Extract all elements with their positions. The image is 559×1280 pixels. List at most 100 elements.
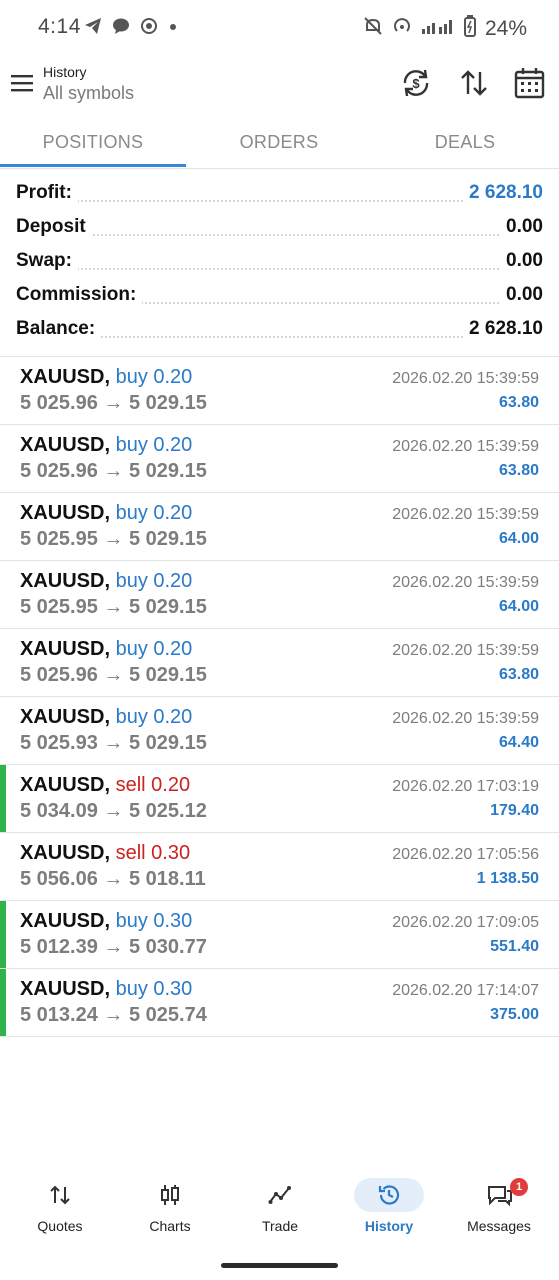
messages-badge: 1 [510,1178,528,1196]
tab-bar: POSITIONS ORDERS DEALS [0,120,559,169]
deal-prices: 5 025.96 → 5 029.15 [20,392,207,414]
nav-trade[interactable]: Trade [225,1168,335,1244]
deal-profit: 63.80 [498,666,539,683]
deal-time: 2026.02.20 17:03:19 [392,778,539,795]
deal-prices: 5 056.06 → 5 018.11 [20,868,206,890]
deal-row[interactable]: XAUUSD, buy 0.30 5 013.24 → 5 025.74 2026.… [0,969,559,1037]
deal-time: 2026.02.20 15:39:59 [392,438,539,455]
history-icon [378,1185,400,1205]
hotspot-icon [392,16,412,41]
deal-symbol-name: XAUUSD, [20,706,111,728]
deal-prices: 5 025.93 → 5 029.15 [20,732,207,754]
deal-side: buy 0.30 [115,978,193,1000]
deal-side: sell 0.30 [115,842,191,864]
summary-label: Deposit [16,216,92,238]
charts-icon [161,1185,179,1205]
tab-deals[interactable]: DEALS [372,120,558,166]
deal-marker [0,969,6,1036]
deal-side: buy 0.20 [115,638,193,660]
deal-symbol: XAUUSD, buy 0.30 [20,978,192,1001]
deal-row[interactable]: XAUUSD, sell 0.30 5 056.06 → 5 018.11 2026… [0,833,559,901]
deal-prices: 5 025.96 → 5 029.15 [20,664,207,686]
deal-symbol: XAUUSD, buy 0.20 [20,706,192,729]
summary-value: 0.00 [500,284,543,306]
menu-button[interactable] [10,70,36,96]
summary-value: 2 628.10 [463,318,543,340]
deal-profit: 179.40 [490,802,539,819]
home-indicator[interactable] [221,1263,338,1268]
summary-value: 2 628.10 [463,182,543,204]
deal-row[interactable]: XAUUSD, buy 0.20 5 025.96 → 5 029.15 2026.… [0,357,559,425]
deal-time: 2026.02.20 15:39:59 [392,642,539,659]
nav-quotes[interactable]: Quotes [5,1168,115,1244]
status-time: 4:14 [38,15,81,38]
deal-time: 2026.02.20 17:09:05 [392,914,539,931]
active-tab-indicator [0,164,186,167]
deal-time: 2026.02.20 15:39:59 [392,710,539,727]
battery-percent: 24% [484,16,527,40]
summary-row-commission: Commission: 0.00 [0,280,559,314]
record-icon [140,17,158,40]
sort-icon [461,70,487,96]
summary-label: Commission: [16,284,143,306]
deal-row[interactable]: XAUUSD, buy 0.30 5 012.39 → 5 030.77 2026.… [0,901,559,969]
deal-row[interactable]: XAUUSD, buy 0.20 5 025.96 → 5 029.15 2026.… [0,425,559,493]
deal-profit: 63.80 [498,462,539,479]
dot-icon [168,17,178,40]
deal-side: buy 0.20 [115,502,193,524]
nav-charts[interactable]: Charts [115,1168,225,1244]
deal-symbol-name: XAUUSD, [20,978,111,1000]
deal-marker [0,765,6,832]
trade-icon [268,1186,291,1204]
deal-symbol: XAUUSD, buy 0.30 [20,910,192,933]
deal-symbol-name: XAUUSD, [20,366,111,388]
sort-button[interactable] [457,66,491,100]
deal-symbol-name: XAUUSD, [20,502,111,524]
summary-row-profit: Profit: 2 628.10 [0,178,559,212]
calendar-icon [514,68,545,99]
deal-profit: 64.40 [498,734,539,751]
nav-history[interactable]: History [334,1168,444,1244]
deal-symbol: XAUUSD, buy 0.20 [20,366,192,389]
symbol-filter[interactable]: All symbols [43,83,134,104]
deal-side: buy 0.20 [115,366,193,388]
nav-messages[interactable]: 1 Messages [444,1168,554,1244]
deal-prices: 5 034.09 → 5 025.12 [20,800,207,822]
deal-row[interactable]: XAUUSD, buy 0.20 5 025.96 → 5 029.15 2026.… [0,629,559,697]
summary-row-deposit: Deposit 0.00 [0,212,559,246]
deal-row[interactable]: XAUUSD, buy 0.20 5 025.95 → 5 029.15 2026.… [0,561,559,629]
quotes-icon [50,1185,70,1205]
deal-prices: 5 025.95 → 5 029.15 [20,596,207,618]
summary-value: 0.00 [500,250,543,272]
deal-profit: 63.80 [498,394,539,411]
deal-row[interactable]: XAUUSD, sell 0.20 5 034.09 → 5 025.12 2026… [0,765,559,833]
deal-time: 2026.02.20 17:14:07 [392,982,539,999]
deal-marker [0,901,6,968]
deal-profit: 64.00 [498,598,539,615]
deal-row[interactable]: XAUUSD, buy 0.20 5 025.93 → 5 029.15 2026.… [0,697,559,765]
deal-time: 2026.02.20 15:39:59 [392,574,539,591]
tab-orders[interactable]: ORDERS [186,120,372,166]
menu-icon [11,75,33,92]
deal-profit: 64.00 [498,530,539,547]
tab-positions[interactable]: POSITIONS [0,120,186,166]
status-bar: 4:14 24% [0,0,559,56]
deal-symbol: XAUUSD, buy 0.20 [20,434,192,457]
deal-symbol-name: XAUUSD, [20,434,111,456]
chat-icon [112,17,130,40]
deal-symbol: XAUUSD, sell 0.20 [20,774,190,797]
deal-side: buy 0.20 [115,706,193,728]
summary-label: Profit: [16,182,78,204]
deal-symbol-name: XAUUSD, [20,842,111,864]
summary-row-swap: Swap: 0.00 [0,246,559,280]
deal-time: 2026.02.20 15:39:59 [392,370,539,387]
battery-icon [463,15,476,42]
deal-profit: 1 138.50 [476,870,539,887]
deal-profit: 375.00 [490,1006,539,1023]
calendar-button[interactable] [513,66,547,100]
deal-profit: 551.40 [490,938,539,955]
deal-row[interactable]: XAUUSD, buy 0.20 5 025.95 → 5 029.15 2026.… [0,493,559,561]
svg-text:$: $ [412,76,420,91]
currency-button[interactable]: $ [399,66,433,100]
deal-prices: 5 012.39 → 5 030.77 [20,936,207,958]
